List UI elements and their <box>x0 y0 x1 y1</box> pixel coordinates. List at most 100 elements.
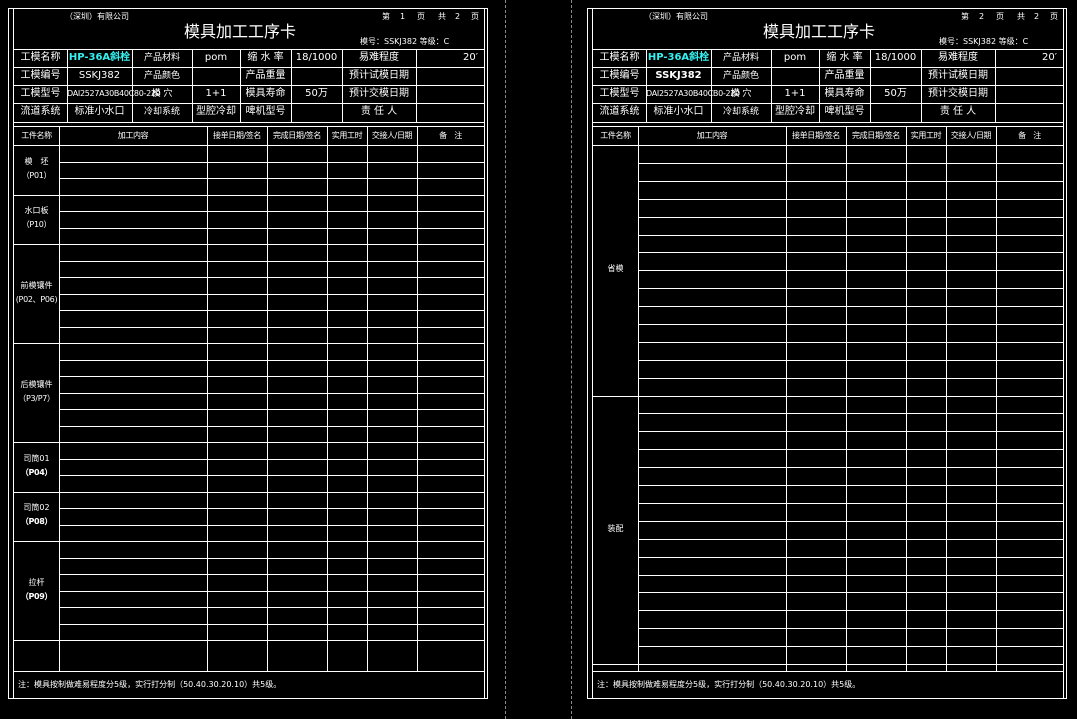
table-row-line <box>638 324 1063 325</box>
mold-grade: 模号：SSKJ382 等级：C <box>939 37 1029 46</box>
part-code: （P04） <box>20 468 53 477</box>
page-label: 页 <box>417 12 425 21</box>
mold-number-value: SSKJ382 <box>655 70 702 81</box>
page-label: 页 <box>996 12 1004 21</box>
info-value: 1+1 <box>205 88 227 99</box>
part-code: （P01） <box>21 171 52 180</box>
grid-line <box>846 126 847 671</box>
part-code: （P3/P7） <box>18 394 55 403</box>
grid-line <box>207 126 208 671</box>
column-header: 实用工时 <box>910 131 942 140</box>
table-row-line <box>59 228 484 229</box>
info-value <box>995 67 1063 85</box>
info-value: 1+1 <box>784 88 806 99</box>
mold-grade: 模号：SSKJ382 等级：C <box>360 37 450 46</box>
page-label: 第 <box>382 12 390 21</box>
info-label: 工模型号 <box>599 88 640 99</box>
grid-line <box>417 126 418 671</box>
info-value <box>416 85 484 103</box>
column-header: 交接人/日期 <box>371 131 413 140</box>
info-label: 产品材料 <box>143 53 180 63</box>
info-label: 流道系统 <box>599 106 640 117</box>
page-total: 2 <box>455 12 461 21</box>
info-label: 责 任 人 <box>360 106 398 117</box>
table-row-line <box>638 288 1063 289</box>
info-value: 50万 <box>884 88 907 99</box>
page-label: 页 <box>471 12 479 21</box>
table-row-line <box>59 294 484 295</box>
info-value: DAI2527A30B40CB0-220 <box>646 89 740 98</box>
table-row-line <box>59 475 484 476</box>
info-label: 工模编号 <box>599 70 640 81</box>
table-row-line <box>59 261 484 262</box>
table-row-line <box>638 252 1063 253</box>
info-label: 产品重量 <box>824 70 865 81</box>
column-header: 备 注 <box>439 131 462 140</box>
table-row-line <box>638 413 1063 414</box>
info-value <box>995 85 1063 103</box>
info-value <box>870 67 921 85</box>
info-value <box>416 67 484 85</box>
column-header: 工件名称 <box>600 131 631 140</box>
grid-line <box>367 126 368 671</box>
part-code: （P09） <box>20 592 53 601</box>
table-row-line <box>638 557 1063 558</box>
group-divider <box>14 492 484 493</box>
table-row-line <box>638 199 1063 200</box>
table-row-line <box>59 277 484 278</box>
table-row-line <box>638 342 1063 343</box>
info-label: 产品颜色 <box>722 71 759 81</box>
company-name: （深圳）有限公司 <box>65 12 129 21</box>
info-label: 易难程度 <box>359 52 399 63</box>
info-value: pom <box>783 52 807 63</box>
info-label: 产品材料 <box>722 53 759 63</box>
process-card-page-2: （深圳）有限公司第 2 页共 2 页模具加工工序卡 模号：SSKJ382 等级：C 工模名称… <box>587 8 1067 699</box>
info-value: 20′ <box>463 52 478 63</box>
grid-line <box>593 671 1063 672</box>
group-divider <box>593 664 1063 665</box>
info-label: 模 穴 <box>151 89 173 99</box>
info-value: 标准小水口 <box>653 106 704 117</box>
column-header: 接单日期/签名 <box>792 131 840 140</box>
grid-line <box>906 126 907 671</box>
column-header: 接单日期/签名 <box>213 131 261 140</box>
card-frame: （深圳）有限公司第 2 页共 2 页模具加工工序卡 模号：SSKJ382 等级：C 工模名称… <box>592 9 1064 698</box>
grid-line <box>14 122 484 123</box>
group-divider <box>14 343 484 344</box>
info-value: 标准小水口 <box>74 106 125 117</box>
info-value: 型腔冷却 <box>775 106 815 117</box>
table-row-line <box>638 306 1063 307</box>
group-divider <box>14 244 484 245</box>
company-name: （深圳）有限公司 <box>644 12 708 21</box>
info-value: pom <box>204 52 228 63</box>
table-row-line <box>59 607 484 608</box>
info-label: 缩 水 率 <box>826 52 863 63</box>
info-value: 50万 <box>305 88 328 99</box>
info-value <box>291 67 342 85</box>
table-row-line <box>59 310 484 311</box>
table-row-line <box>638 539 1063 540</box>
group-divider <box>14 195 484 196</box>
table-row-line <box>59 525 484 526</box>
table-row-line <box>59 376 484 377</box>
page-number: 2 <box>979 12 985 21</box>
table-row-line <box>638 378 1063 379</box>
table-row-line <box>638 181 1063 182</box>
group-divider <box>14 541 484 542</box>
info-value <box>995 103 1063 121</box>
table-row-line <box>59 591 484 592</box>
info-label: 易难程度 <box>938 52 978 63</box>
page-separator-line <box>505 0 506 719</box>
part-name: 司筒02 <box>23 503 50 512</box>
page-label: 页 <box>1050 12 1058 21</box>
grid-line <box>946 126 947 671</box>
table-row-line <box>638 521 1063 522</box>
group-divider <box>14 442 484 443</box>
page-title: 模具加工工序卡 <box>184 22 297 41</box>
mold-number-value: SSKJ382 <box>78 70 121 81</box>
info-label: 工模名称 <box>599 52 640 63</box>
grid-line <box>638 126 639 671</box>
part-name: 省模 <box>607 264 624 273</box>
table-row-line <box>638 628 1063 629</box>
table-row-line <box>59 574 484 575</box>
